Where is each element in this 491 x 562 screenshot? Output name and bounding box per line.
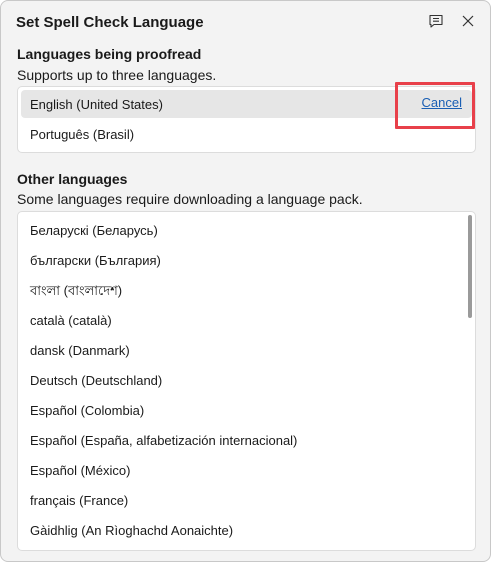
scrollbar-thumb[interactable] — [468, 215, 472, 318]
proofread-item-portuguese[interactable]: Português (Brasil) — [21, 120, 472, 148]
list-item[interactable]: Беларускі (Беларусь) — [18, 216, 461, 246]
cancel-link[interactable]: Cancel — [422, 95, 462, 110]
proofread-item-label: Português (Brasil) — [30, 126, 135, 142]
other-heading: Other languages — [17, 171, 128, 187]
other-languages-list: Беларускі (Беларусь) български (България… — [17, 211, 476, 551]
list-item[interactable]: français (France) — [18, 486, 461, 516]
scrollbar[interactable] — [467, 215, 473, 546]
close-icon — [461, 14, 475, 33]
dialog-title: Set Spell Check Language — [16, 14, 204, 31]
feedback-button[interactable] — [424, 11, 448, 35]
proofread-item-english[interactable]: English (United States) Cancel — [21, 90, 472, 118]
language-list: Беларускі (Беларусь) български (България… — [18, 216, 461, 546]
other-subtext: Some languages require downloading a lan… — [17, 191, 363, 207]
proofread-heading: Languages being proofread — [17, 46, 202, 62]
close-button[interactable] — [456, 11, 480, 35]
list-item[interactable]: Español (México) — [18, 456, 461, 486]
proofread-subtext: Supports up to three languages. — [17, 67, 217, 83]
proofread-list: English (United States) Cancel Português… — [17, 86, 476, 153]
list-item[interactable]: български (България) — [18, 246, 461, 276]
feedback-icon — [428, 13, 444, 34]
list-item[interactable]: বাংলা (বাংলাদেশ) — [18, 276, 461, 306]
list-item[interactable]: dansk (Danmark) — [18, 336, 461, 366]
list-item[interactable]: Deutsch (Deutschland) — [18, 366, 461, 396]
proofread-item-label: English (United States) — [30, 96, 163, 112]
list-item[interactable]: Español (Colombia) — [18, 396, 461, 426]
spell-check-language-dialog: Set Spell Check Language Languages being… — [0, 0, 491, 562]
list-item[interactable]: català (català) — [18, 306, 461, 336]
list-item[interactable]: Gàidhlig (An Rìoghachd Aonaichte) — [18, 516, 461, 546]
list-item[interactable]: Español (España, alfabetización internac… — [18, 426, 461, 456]
